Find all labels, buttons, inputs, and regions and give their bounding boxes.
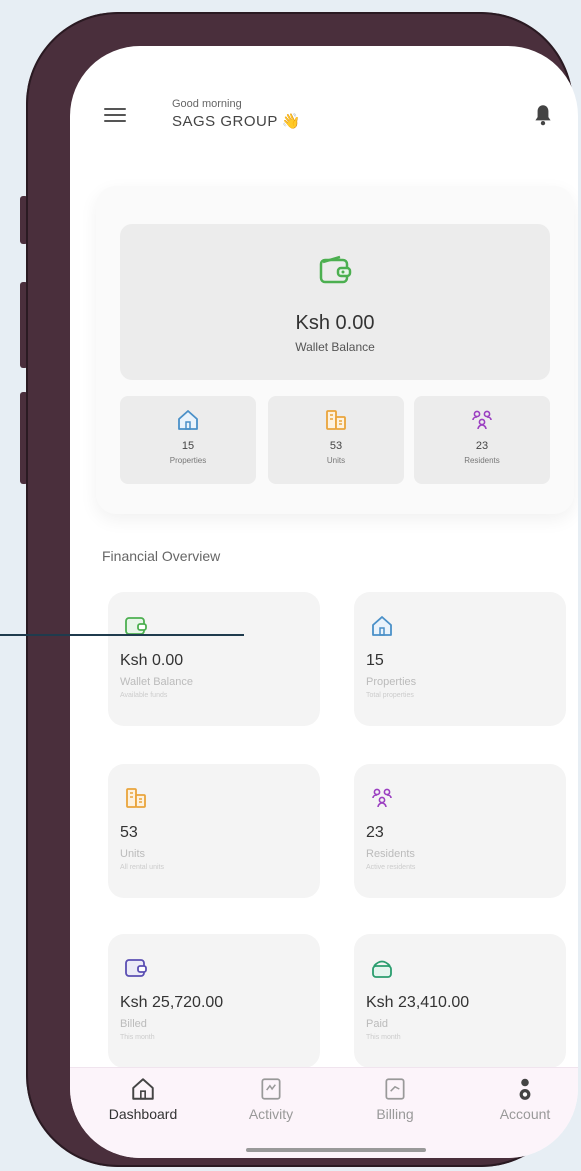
wallet-amount: Ksh 0.00	[295, 312, 375, 334]
tile-units[interactable]: 53 Units All rental units	[108, 764, 320, 898]
tile-subtitle: All rental units	[120, 864, 164, 871]
billed-icon	[125, 959, 147, 977]
tile-residents[interactable]: 23 Residents Active residents	[354, 764, 566, 898]
stat-value: 53	[329, 440, 343, 452]
tile-subtitle: Active residents	[366, 864, 416, 871]
tile-wallet-balance[interactable]: Ksh 0.00 Wallet Balance Available funds	[108, 592, 320, 726]
activity-icon	[261, 1078, 281, 1100]
greeting-text: Good morning	[172, 98, 242, 110]
billing-icon	[385, 1078, 405, 1100]
annotation-connector-line	[0, 634, 244, 636]
nav-label: Dashboard	[108, 1106, 178, 1122]
tile-label: Units	[120, 848, 146, 860]
tile-subtitle: This month	[366, 1034, 401, 1041]
financial-overview-title: Financial Overview	[102, 548, 221, 564]
nav-label: Billing	[376, 1106, 414, 1122]
residents-icon	[472, 410, 492, 430]
phone-screen: Good morning SAGS GROUP 👋 Ksh 0.00 Wallet…	[70, 46, 578, 1158]
stat-value: 23	[475, 440, 489, 452]
account-icon	[519, 1078, 531, 1100]
stat-value: 15	[181, 440, 195, 452]
tile-value: 53	[120, 824, 138, 841]
tile-subtitle: Available funds	[120, 692, 168, 699]
stat-label: Residents	[464, 456, 500, 465]
tile-subtitle: This month	[120, 1034, 155, 1041]
top-bar: Good morning SAGS GROUP 👋	[70, 46, 578, 166]
wallet-label: Wallet Balance	[295, 340, 375, 354]
nav-label: Activity	[248, 1106, 294, 1122]
tile-subtitle: Total properties	[366, 692, 414, 699]
bell-icon[interactable]	[530, 102, 556, 128]
tile-label: Billed	[120, 1018, 147, 1030]
nav-activity[interactable]: Activity	[216, 1076, 326, 1122]
stat-label: Units	[326, 456, 346, 465]
stat-units[interactable]: 53 Units	[268, 396, 404, 484]
units-icon	[126, 788, 146, 808]
residents-icon	[372, 788, 392, 808]
home-icon	[178, 410, 198, 430]
bottom-navigation: Dashboard Activity Billing Account	[70, 1067, 578, 1158]
tile-value: Ksh 0.00	[120, 652, 184, 669]
tile-label: Wallet Balance	[120, 676, 193, 688]
home-icon	[372, 616, 392, 636]
stat-residents[interactable]: 23 Residents	[414, 396, 550, 484]
home-icon	[132, 1078, 154, 1100]
stat-label: Properties	[169, 456, 207, 465]
tile-properties[interactable]: 15 Properties Total properties	[354, 592, 566, 726]
tile-billed[interactable]: Ksh 25,720.00 Billed This month	[108, 934, 320, 1068]
tile-label: Paid	[366, 1018, 389, 1030]
tile-value: 15	[366, 652, 384, 669]
nav-label: Account	[499, 1106, 551, 1122]
company-name-text: SAGS GROUP	[172, 113, 278, 130]
wallet-balance-panel[interactable]: Ksh 0.00 Wallet Balance	[120, 224, 550, 380]
nav-billing[interactable]: Billing	[340, 1076, 450, 1122]
tile-label: Residents	[366, 848, 415, 860]
tile-value: Ksh 25,720.00	[120, 994, 224, 1011]
nav-account[interactable]: Account	[470, 1076, 578, 1122]
paid-icon	[372, 960, 392, 978]
tile-label: Properties	[366, 676, 417, 688]
wave-icon: 👋	[281, 113, 302, 130]
company-name: SAGS GROUP 👋	[172, 112, 301, 130]
tile-value: 23	[366, 824, 384, 841]
phone-frame: Good morning SAGS GROUP 👋 Ksh 0.00 Wallet…	[26, 12, 578, 1167]
nav-dashboard[interactable]: Dashboard	[88, 1076, 198, 1122]
tile-value: Ksh 23,410.00	[366, 994, 470, 1011]
stat-properties[interactable]: 15 Properties	[120, 396, 256, 484]
tile-paid[interactable]: Ksh 23,410.00 Paid This month	[354, 934, 566, 1068]
wallet-icon	[319, 255, 352, 284]
menu-icon[interactable]	[104, 108, 126, 122]
home-indicator[interactable]	[246, 1148, 426, 1152]
units-icon	[326, 410, 346, 430]
summary-card: Ksh 0.00 Wallet Balance 15 Properties 53	[96, 186, 574, 514]
